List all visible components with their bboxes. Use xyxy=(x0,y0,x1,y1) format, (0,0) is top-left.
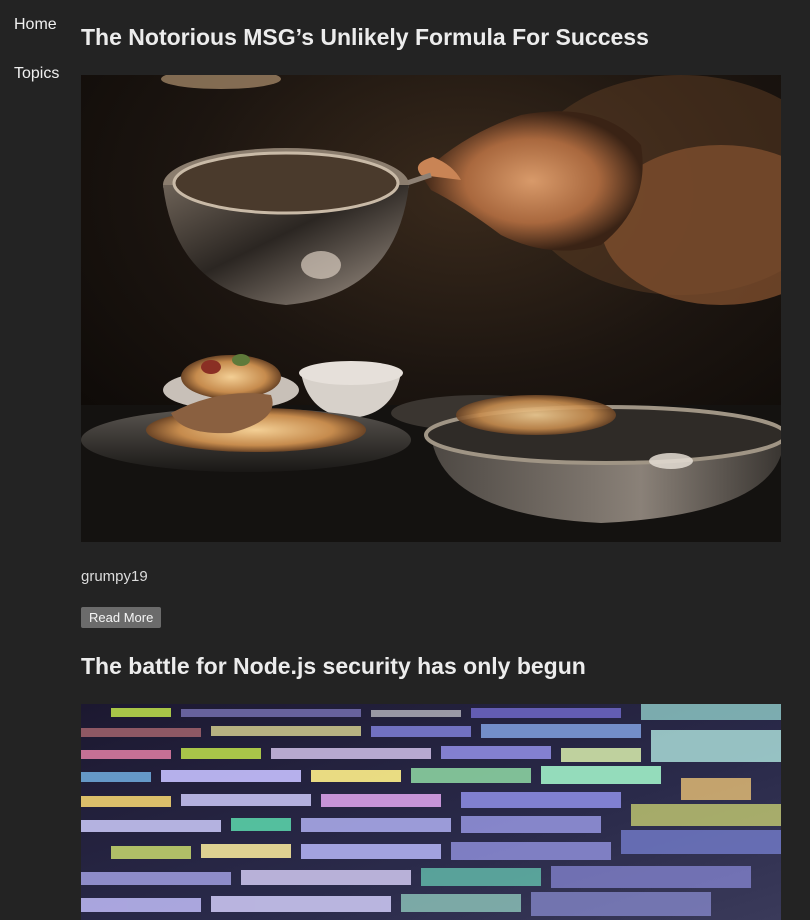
nav-topics-link[interactable]: Topics xyxy=(14,65,59,83)
sidebar-nav: Home Topics xyxy=(0,0,76,920)
code-photo-illustration xyxy=(81,704,781,920)
post-image-code[interactable] xyxy=(81,704,781,920)
post-title[interactable]: The battle for Node.js security has only… xyxy=(81,653,586,680)
nav-home-link[interactable]: Home xyxy=(14,16,57,34)
read-more-button[interactable]: Read More xyxy=(81,607,162,628)
post-author: grumpy19 xyxy=(81,568,148,585)
post-title[interactable]: The Notorious MSG’s Unlikely Formula For… xyxy=(81,24,649,51)
post-image-food[interactable] xyxy=(81,75,781,542)
food-photo-illustration xyxy=(81,75,781,542)
